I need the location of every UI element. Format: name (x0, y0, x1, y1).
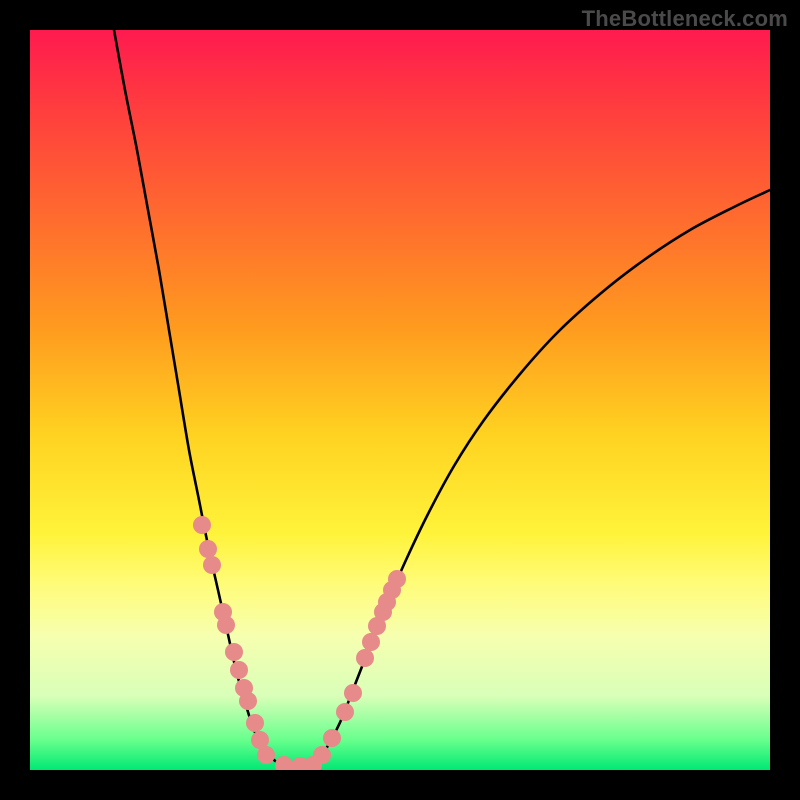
data-dot (388, 570, 406, 588)
data-dot (199, 540, 217, 558)
chart-stage: TheBottleneck.com (0, 0, 800, 800)
bottleneck-curve-right (312, 190, 770, 765)
data-dot (225, 643, 243, 661)
chart-overlay-svg (30, 30, 770, 770)
data-dot (239, 692, 257, 710)
data-dot (362, 633, 380, 651)
data-dot (275, 756, 293, 770)
data-dot (246, 714, 264, 732)
data-dot (344, 684, 362, 702)
bottleneck-curve-left (114, 30, 282, 765)
data-dot (257, 746, 275, 764)
data-dot (356, 649, 374, 667)
watermark-text: TheBottleneck.com (582, 6, 788, 32)
data-dot (203, 556, 221, 574)
data-dots-left (193, 516, 293, 770)
data-dot (336, 703, 354, 721)
data-dot (193, 516, 211, 534)
data-dot (313, 746, 331, 764)
data-dots-right (291, 570, 406, 770)
data-dot (217, 616, 235, 634)
chart-gradient-plot (30, 30, 770, 770)
data-dot (230, 661, 248, 679)
data-dot (323, 729, 341, 747)
